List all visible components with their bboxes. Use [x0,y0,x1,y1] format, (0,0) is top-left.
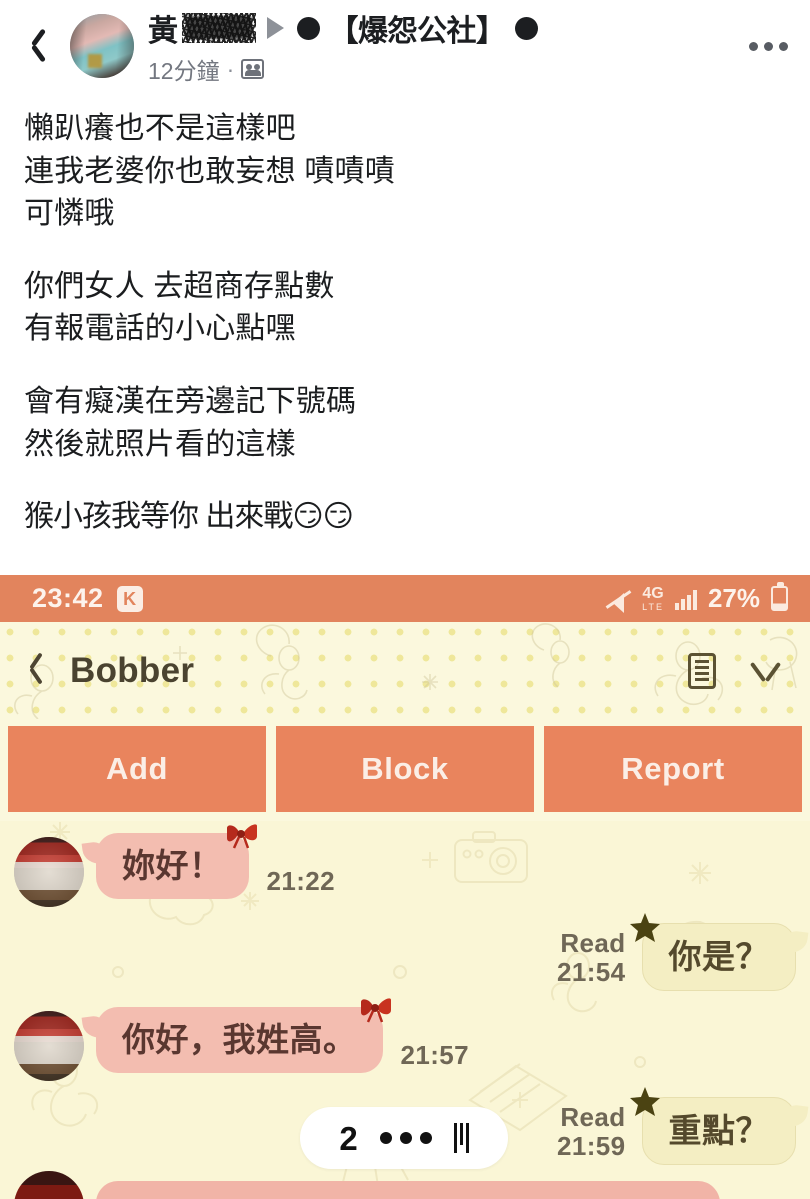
message-row: Read 21:54 你是？ [0,913,810,991]
network-type-icon: 4G LTE [642,584,664,612]
read-label: Read [560,1101,626,1132]
avatar[interactable] [14,1010,84,1081]
avatar-shadow [70,14,134,78]
phone-status-bar: 23:42 K 4G LTE 27% [0,575,810,622]
avatar-overlay [14,837,84,907]
red-bow-icon [226,824,257,849]
post-paragraph-1: 懶趴癢也不是這樣吧 連我老婆你也敢妄想 嘖嘖嘖 可憐哦 [24,112,395,231]
post-paragraph-4: 猴小孩我等你 出來戰😏😏 [24,500,354,534]
more-dot-3 [779,41,788,51]
chevron-down-icon[interactable] [750,660,784,682]
chat-header: Bobber [0,622,810,719]
more-options-icon[interactable] [745,32,792,61]
chat-title: Bobber [70,650,195,690]
overlay-line-3 [465,1123,469,1153]
post-header: 黃 【爆怨公社】 12分鐘 · [0,0,810,92]
three-dots-icon[interactable] [379,1132,432,1144]
mute-icon [605,587,631,613]
more-dot-2 [764,41,773,51]
message-bubble-incoming[interactable]: 妳好！ [96,824,257,899]
embedded-chat-screenshot: 23:42 K 4G LTE 27% Bobber Add Block Repo… [0,575,810,1199]
red-bow-icon [360,998,391,1023]
message-text: 你好，我姓高。 [122,1020,357,1058]
chat-back-chevron-icon[interactable] [26,651,48,691]
timestamp-value: 21:22 [266,866,335,896]
message-row: 你好，我姓高。 21:57 [0,998,810,1081]
signal-bar-4 [692,589,697,610]
post-paragraph-2: 你們女人 去超商存點數 有報電話的小心點嘿 [24,269,335,346]
overlay-count: 2 [339,1119,358,1157]
battery-percent: 27% [707,583,760,613]
post-timestamp[interactable]: 12分鐘 [148,52,220,86]
message-timestamp: 21:57 [400,1039,470,1070]
block-button[interactable]: Block [276,726,534,812]
message-text: 你是？ [668,938,769,975]
overlay-dot-2 [399,1132,412,1144]
battery-icon [771,582,788,611]
meta-separator: · [226,55,235,82]
avatar [14,1171,84,1199]
post-body: 懶趴癢也不是這樣吧 連我老婆你也敢妄想 嘖嘖嘖 可憐哦 你們女人 去超商存點數 … [0,92,810,539]
timestamp-value: 21:57 [400,1039,469,1070]
message-bubble-incoming [96,1181,720,1199]
signal-bar-3 [686,594,691,610]
avatar-highlight [87,53,102,68]
post-subline: 12分鐘 · [148,52,745,86]
screenshot-root: 黃 【爆怨公社】 12分鐘 · 懶趴癢也不是這樣吧 連我老婆你也敢妄想 嘖嘖嘖 … [0,0,810,1199]
message-row: 妳好！ 21:22 [0,824,810,907]
overlay-line-1 [453,1123,457,1153]
play-triangle-icon [266,17,284,39]
add-button[interactable]: Add [8,726,266,812]
group-name[interactable]: 【爆怨公社】 [329,6,507,50]
report-button[interactable]: Report [544,726,802,812]
avatar-overlay [14,1010,84,1081]
status-indicators: 4G LTE 27% [605,582,788,614]
message-read-status: Read 21:54 [557,928,626,988]
network-sublabel: LTE [642,601,664,612]
overlay-dot-3 [419,1132,432,1144]
overlay-line-2 [459,1123,463,1145]
paragraph-gap-1 [24,236,786,266]
signal-bar-2 [680,598,685,610]
back-chevron-icon[interactable] [22,24,56,68]
status-time: 23:42 [32,583,104,613]
author-name[interactable]: 黃 [148,6,178,50]
timestamp-value: 21:54 [557,957,626,988]
screenshot-overlay-toolbar[interactable]: 2 [300,1107,508,1169]
signal-bar-1 [674,602,679,610]
kakao-badge-icon: K [116,585,143,612]
avatar[interactable] [14,837,84,907]
message-bubble-outgoing[interactable]: 你是？ [629,913,796,991]
post-meta: 黃 【爆怨公社】 12分鐘 · [148,6,745,86]
list-menu-icon[interactable] [688,652,716,689]
dark-star-icon [629,1086,660,1116]
message-timestamp: 21:22 [266,866,336,896]
post-paragraph-3: 會有癡漢在旁邊記下號碼 然後就照片看的這樣 [24,384,357,461]
author-avatar[interactable] [70,14,134,78]
group-audience-icon[interactable] [241,59,265,79]
message-text: 重點？ [668,1111,769,1149]
post-byline: 黃 【爆怨公社】 [148,6,745,50]
dark-star-icon [629,913,660,942]
contact-action-bar: Add Block Report [0,719,810,821]
redaction-scribble [181,13,256,43]
paragraph-gap-2 [24,351,786,381]
message-text: 妳好！ [122,847,223,884]
text-lines-icon[interactable] [453,1123,469,1153]
bullet-left-icon [296,16,320,40]
chat-header-actions [688,652,784,689]
read-label: Read [560,928,626,958]
network-label: 4G [642,584,664,602]
message-bubble-incoming[interactable]: 你好，我姓高。 [96,998,391,1073]
more-dot-1 [749,41,758,51]
overlay-dot-1 [379,1132,392,1144]
bullet-right-icon [514,16,538,40]
signal-bars-icon [674,588,697,610]
paragraph-gap-3 [24,466,786,496]
